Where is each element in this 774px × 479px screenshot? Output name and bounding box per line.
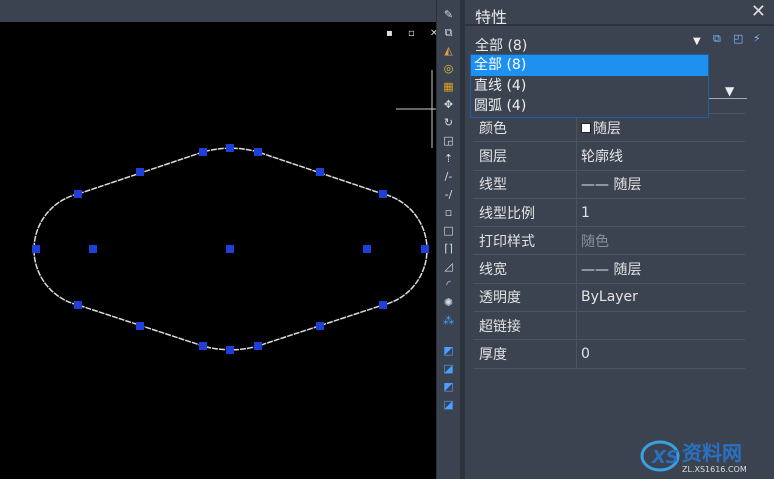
array-icon[interactable]: ▦ bbox=[441, 80, 456, 93]
property-key: 厚度 bbox=[473, 340, 577, 368]
blend-icon[interactable]: ◜ bbox=[441, 278, 456, 291]
scale-icon[interactable]: ◲ bbox=[441, 134, 456, 147]
property-row[interactable]: 线型比例 1 bbox=[473, 198, 745, 228]
property-value[interactable]: —— 随层 bbox=[577, 174, 641, 194]
break-icon[interactable]: ▫ bbox=[441, 206, 456, 219]
grip[interactable] bbox=[316, 168, 324, 176]
drawing-canvas[interactable]: ▪ ▫ ✕ bbox=[0, 22, 438, 479]
grip[interactable] bbox=[74, 301, 82, 309]
property-key: 线型 bbox=[473, 170, 577, 198]
property-row[interactable]: 打印样式 随色 bbox=[473, 227, 745, 256]
drawing bbox=[32, 70, 436, 354]
toggle-pickadd-icon[interactable]: ⧉ bbox=[713, 32, 727, 46]
chevron-down-icon[interactable]: ▼ bbox=[725, 84, 734, 98]
property-value[interactable]: 随层 bbox=[577, 118, 621, 138]
divider bbox=[465, 24, 774, 26]
property-value[interactable]: 0 bbox=[577, 346, 590, 362]
color-swatch bbox=[581, 122, 591, 133]
property-key: 透明度 bbox=[473, 283, 577, 312]
property-value-text: 随层 bbox=[593, 120, 621, 137]
dropdown-option[interactable]: 圆弧 (4) bbox=[471, 96, 708, 117]
edit-icon[interactable]: ⁂ bbox=[441, 314, 456, 327]
grip[interactable] bbox=[32, 245, 40, 253]
draworder-back-icon[interactable]: ◪ bbox=[441, 362, 456, 375]
trim-icon[interactable]: /- bbox=[441, 170, 456, 183]
property-rows: 颜色 随层 图层 轮廓线 线型 —— 随层 线型比例 1 打印样式 随色 线宽 —— 随层 透明度 ByL… bbox=[473, 114, 745, 369]
grip[interactable] bbox=[363, 245, 371, 253]
grip[interactable] bbox=[421, 245, 429, 253]
title-strip bbox=[0, 0, 436, 22]
extend-icon[interactable]: -/ bbox=[441, 188, 456, 201]
property-value-text: ByLayer bbox=[581, 289, 638, 306]
draworder-above-icon[interactable]: ◩ bbox=[441, 380, 456, 393]
grip[interactable] bbox=[199, 342, 207, 350]
rotate-icon[interactable]: ↻ bbox=[441, 116, 456, 129]
grip[interactable] bbox=[199, 148, 207, 156]
property-value-text: 1 bbox=[581, 204, 590, 221]
property-value-text: 0 bbox=[581, 346, 590, 363]
grip[interactable] bbox=[136, 322, 144, 330]
property-key: 颜色 bbox=[473, 114, 577, 142]
grip[interactable] bbox=[136, 168, 144, 176]
property-key: 超链接 bbox=[473, 312, 577, 340]
svg-text:ZL.XS1616.COM: ZL.XS1616.COM bbox=[682, 465, 747, 474]
property-value-text: 随色 bbox=[581, 233, 609, 250]
svg-text:资料网: 资料网 bbox=[682, 441, 742, 465]
property-row[interactable]: 颜色 随层 bbox=[473, 114, 745, 143]
property-key: 图层 bbox=[473, 142, 577, 170]
quick-select-icon[interactable]: ⚡ bbox=[753, 32, 767, 46]
chamfer-icon[interactable]: ⌈⌉ bbox=[441, 242, 456, 255]
property-value-text: —— 随层 bbox=[581, 262, 642, 279]
property-value[interactable]: ByLayer bbox=[577, 289, 638, 305]
select-objects-icon[interactable]: ◰ bbox=[733, 32, 747, 46]
property-row[interactable]: 图层 轮廓线 bbox=[473, 142, 745, 171]
svg-text:XS: XS bbox=[651, 447, 679, 468]
grip[interactable] bbox=[89, 245, 97, 253]
grip[interactable] bbox=[254, 342, 262, 350]
property-key: 线宽 bbox=[473, 255, 577, 283]
grip[interactable] bbox=[226, 144, 234, 152]
property-key: 线型比例 bbox=[473, 198, 577, 227]
chevron-down-icon[interactable]: ▼ bbox=[693, 36, 701, 47]
close-icon[interactable]: ✕ bbox=[751, 1, 766, 22]
property-key: 打印样式 bbox=[473, 227, 577, 255]
dropdown-option[interactable]: 直线 (4) bbox=[471, 76, 708, 97]
property-value[interactable]: 轮廓线 bbox=[577, 146, 623, 166]
modify-toolbar: ✎ ⧉ ◭ ◎ ▦ ✥ ↻ ◲ ⇡ /- -/ ▫ □ ⌈⌉ ◿ ◜ ✺ ⁂ ◩… bbox=[436, 0, 460, 479]
property-value-text: 轮廓线 bbox=[581, 148, 623, 165]
mirror-icon[interactable]: ◭ bbox=[441, 44, 456, 57]
join-icon[interactable]: □ bbox=[441, 224, 456, 237]
property-value-text: —— 随层 bbox=[581, 177, 642, 194]
dropdown-option[interactable]: 全部 (8) bbox=[471, 55, 708, 76]
grip[interactable] bbox=[226, 245, 234, 253]
stretch-icon[interactable]: ⇡ bbox=[441, 152, 456, 165]
grip[interactable] bbox=[74, 190, 82, 198]
draworder-front-icon[interactable]: ◩ bbox=[441, 344, 456, 357]
fillet-icon[interactable]: ◿ bbox=[441, 260, 456, 273]
grip[interactable] bbox=[254, 148, 262, 156]
grip[interactable] bbox=[226, 346, 234, 354]
property-row[interactable]: 透明度 ByLayer bbox=[473, 283, 745, 313]
copy-icon[interactable]: ⧉ bbox=[441, 26, 456, 39]
offset-icon[interactable]: ◎ bbox=[441, 62, 456, 75]
grip-group bbox=[32, 144, 429, 354]
property-row[interactable]: 线宽 —— 随层 bbox=[473, 255, 745, 284]
property-value[interactable]: 随色 bbox=[577, 231, 609, 251]
grip[interactable] bbox=[316, 322, 324, 330]
property-row[interactable]: 厚度 0 bbox=[473, 340, 745, 369]
property-row[interactable]: 线型 —— 随层 bbox=[473, 170, 745, 199]
grip[interactable] bbox=[379, 190, 387, 198]
explode-icon[interactable]: ✺ bbox=[441, 296, 456, 309]
property-value[interactable]: 1 bbox=[577, 205, 590, 221]
selector-dropdown: 全部 (8) 直线 (4) 圆弧 (4) bbox=[470, 54, 709, 118]
erase-icon[interactable]: ✎ bbox=[441, 8, 456, 21]
move-icon[interactable]: ✥ bbox=[441, 98, 456, 111]
object-selector[interactable]: 全部 (8) bbox=[475, 35, 527, 55]
draworder-below-icon[interactable]: ◪ bbox=[441, 398, 456, 411]
property-row[interactable]: 超链接 bbox=[473, 312, 745, 341]
property-table: 常规多种 颜色随层图层轮廓线线型—— 随层线型比例1打印样式随色线宽—— 随层透… bbox=[473, 100, 745, 369]
property-value[interactable]: —— 随层 bbox=[577, 259, 641, 279]
grip[interactable] bbox=[379, 301, 387, 309]
watermark-logo: XS 资料网 ZL.XS1616.COM bbox=[640, 440, 747, 474]
